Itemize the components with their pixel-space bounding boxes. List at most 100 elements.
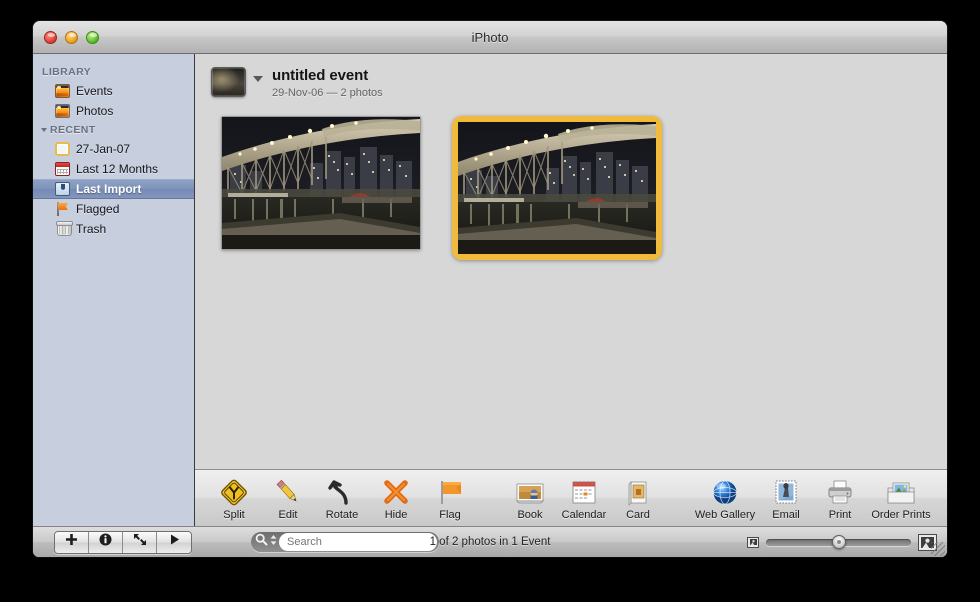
traffic-lights — [44, 31, 99, 44]
thumbnail-frame-selected[interactable] — [452, 116, 662, 260]
rotate-arrow-icon — [326, 478, 358, 507]
toolbar-button-label: Order Prints — [871, 509, 930, 521]
photo-sunset-wide-icon — [55, 104, 70, 118]
close-button-icon[interactable] — [44, 31, 57, 44]
toolbar-button-hide[interactable]: Hide — [369, 476, 423, 521]
sidebar-item-label: 27-Jan-07 — [76, 142, 130, 156]
window-titlebar[interactable]: iPhoto — [33, 21, 947, 54]
toolbar-group-edit: Split Edit — [207, 476, 477, 521]
search-input[interactable] — [279, 533, 437, 551]
calendar-icon — [55, 162, 70, 176]
toolbar-group-create: Book — [503, 476, 665, 521]
toolbar-button-label: Split — [223, 509, 244, 521]
stamp-email-icon — [770, 478, 802, 507]
import-icon — [55, 182, 70, 196]
toolbar-button-order-prints[interactable]: Order Prints — [867, 476, 935, 521]
search-icon — [255, 533, 268, 551]
fullscreen-button[interactable] — [123, 532, 157, 553]
toolbar-button-web-gallery[interactable]: Web Gallery — [691, 476, 759, 521]
toolbar-button-label: Book — [517, 509, 542, 521]
photo-browser-area[interactable]: untitled event 29-Nov-06 — 2 photos — [195, 54, 947, 469]
photo-image-granville-bridge-night-2[interactable] — [458, 122, 656, 254]
sidebar-item-label: Last 12 Months — [76, 162, 158, 176]
minimize-button-icon[interactable] — [65, 31, 78, 44]
sidebar-item-photos[interactable]: Photos — [33, 101, 194, 121]
search-field[interactable] — [251, 532, 439, 552]
pencil-icon — [272, 478, 304, 507]
photo-sunset-icon — [55, 84, 70, 98]
trash-icon — [57, 222, 72, 236]
book-icon — [514, 478, 546, 507]
toolbar-button-book[interactable]: Book — [503, 476, 557, 521]
x-mark-icon — [380, 478, 412, 507]
toolbar-button-label: Edit — [279, 509, 298, 521]
sidebar-section-library-header: LIBRARY — [33, 63, 194, 81]
sidebar-section-recent-header[interactable]: RECENT — [33, 121, 194, 139]
toolbar-button-label: Email — [772, 509, 800, 521]
window-title: iPhoto — [33, 30, 947, 45]
sidebar-section-library-label: LIBRARY — [42, 66, 91, 78]
toolbar-button-label: Rotate — [326, 509, 358, 521]
fullscreen-arrows-icon — [133, 533, 147, 551]
source-list-sidebar[interactable]: LIBRARY Events Photos RECENT 27-Jan-07 L — [33, 54, 195, 526]
toolbar-group-share: Web Gallery — [691, 476, 935, 521]
zoom-slider[interactable] — [766, 539, 911, 546]
globe-icon — [709, 478, 741, 507]
event-disclosure-triangle-icon[interactable] — [253, 76, 263, 82]
calendar-icon — [568, 478, 600, 507]
content-pane: untitled event 29-Nov-06 — 2 photos — [195, 54, 947, 526]
sidebar-item-label: Trash — [76, 222, 106, 236]
status-bar: 1 of 2 photos in 1 Event — [33, 526, 947, 557]
photo-thumbnail-2[interactable] — [452, 116, 662, 260]
sidebar-item-last-12-months[interactable]: Last 12 Months — [33, 159, 194, 179]
sidebar-item-27-jan-07[interactable]: 27-Jan-07 — [33, 139, 194, 159]
sidebar-item-trash[interactable]: Trash — [33, 219, 194, 239]
toolbar-button-calendar[interactable]: Calendar — [557, 476, 611, 521]
sidebar-item-flagged[interactable]: Flagged — [33, 199, 194, 219]
sidebar-item-label: Last Import — [76, 182, 141, 196]
toolbar-button-label: Web Gallery — [695, 509, 755, 521]
toolbar-button-email[interactable]: Email — [759, 476, 813, 521]
toolbar-button-card[interactable]: Card — [611, 476, 665, 521]
sidebar-item-label: Flagged — [76, 202, 119, 216]
toolbar-button-label: Flag — [439, 509, 460, 521]
chevron-updown-icon — [270, 533, 277, 551]
event-title[interactable]: untitled event — [272, 67, 383, 84]
thumbnail-zoom-control — [747, 534, 947, 551]
search-scope-button[interactable] — [252, 533, 279, 551]
flag-icon — [55, 202, 70, 216]
thumbnail-frame[interactable] — [221, 116, 421, 250]
zoom-button-icon[interactable] — [86, 31, 99, 44]
info-button[interactable] — [89, 532, 123, 553]
toolbar-button-label: Hide — [385, 509, 408, 521]
add-album-button[interactable] — [55, 532, 89, 553]
printer-icon — [824, 478, 856, 507]
iphoto-window: iPhoto LIBRARY Events Photos RECENT 27 — [33, 21, 947, 557]
small-photo-icon — [747, 537, 759, 548]
sidebar-item-label: Events — [76, 84, 113, 98]
toolbar-button-rotate[interactable]: Rotate — [315, 476, 369, 521]
film-roll-icon — [55, 142, 70, 156]
card-icon — [622, 478, 654, 507]
sidebar-item-events[interactable]: Events — [33, 81, 194, 101]
main-toolbar: Split Edit — [195, 469, 947, 526]
resize-grip[interactable] — [931, 542, 945, 556]
toolbar-button-edit[interactable]: Edit — [261, 476, 315, 521]
event-header: untitled event 29-Nov-06 — 2 photos — [195, 54, 947, 99]
sidebar-item-last-import[interactable]: Last Import — [33, 179, 194, 199]
event-subtitle: 29-Nov-06 — 2 photos — [272, 87, 383, 99]
split-sign-icon — [218, 478, 250, 507]
slideshow-button[interactable] — [157, 532, 191, 553]
orange-flag-icon — [434, 478, 466, 507]
chevron-down-icon[interactable] — [41, 128, 47, 132]
order-prints-icon — [885, 478, 917, 507]
toolbar-button-flag[interactable]: Flag — [423, 476, 477, 521]
play-icon — [168, 533, 181, 551]
toolbar-button-print[interactable]: Print — [813, 476, 867, 521]
photo-image-granville-bridge-night-1[interactable] — [222, 117, 420, 249]
photo-thumbnail-1[interactable] — [221, 116, 421, 260]
photo-thumbnail-grid — [195, 99, 947, 260]
event-key-photo-thumbnail[interactable] — [211, 67, 246, 97]
toolbar-button-split[interactable]: Split — [207, 476, 261, 521]
zoom-slider-knob[interactable] — [832, 535, 846, 549]
